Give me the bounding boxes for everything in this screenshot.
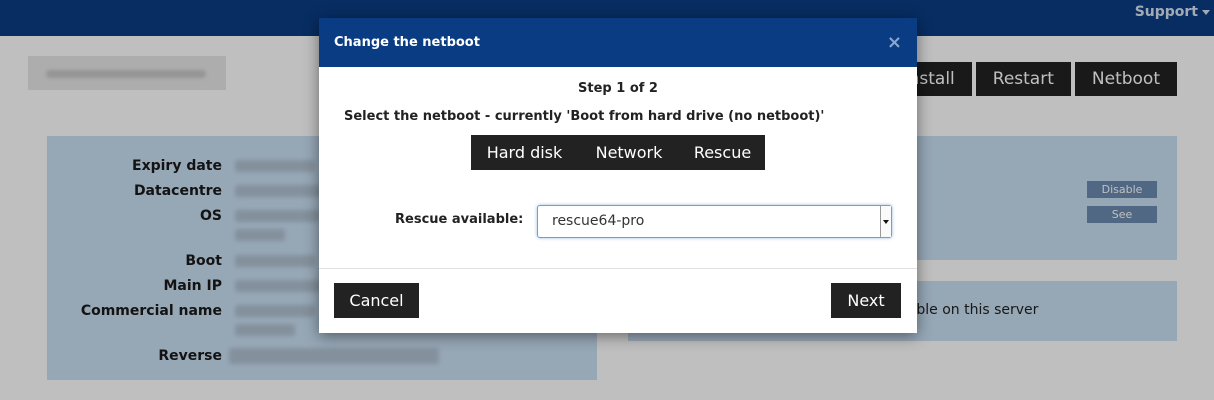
close-icon[interactable]: × [887, 18, 902, 67]
rescue-available-label: Rescue available: [395, 212, 524, 227]
netboot-instruction: Select the netboot - currently 'Boot fro… [344, 109, 825, 124]
cancel-button[interactable]: Cancel [334, 283, 419, 318]
step-indicator: Step 1 of 2 [578, 81, 658, 96]
dialog-title: Change the netboot [334, 35, 480, 50]
dialog-divider [319, 268, 917, 269]
dialog-header: Change the netboot × [319, 18, 917, 67]
option-network[interactable]: Network [578, 135, 680, 170]
dropdown-button[interactable] [880, 206, 891, 237]
next-button[interactable]: Next [831, 283, 901, 318]
chevron-down-icon [883, 220, 889, 224]
change-netboot-dialog: Change the netboot × Step 1 of 2 Select … [319, 18, 917, 333]
option-hard-disk[interactable]: Hard disk [471, 135, 578, 170]
option-rescue[interactable]: Rescue [680, 135, 765, 170]
rescue-select-value: rescue64-pro [552, 213, 645, 229]
netboot-type-selector: Hard disk Network Rescue [471, 135, 765, 170]
rescue-select[interactable]: rescue64-pro [537, 205, 892, 238]
